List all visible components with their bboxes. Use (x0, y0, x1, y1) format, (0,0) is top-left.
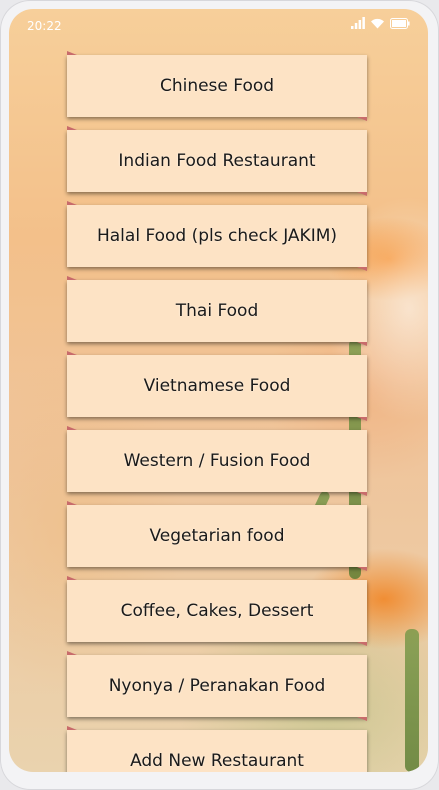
status-bar: 20:22 (9, 9, 428, 45)
corner-accent (357, 192, 367, 196)
menu-button-label: Western / Fusion Food (123, 451, 311, 471)
corner-accent (67, 201, 77, 205)
menu-button-halal-food[interactable]: Halal Food (pls check JAKIM) (67, 201, 367, 271)
menu-button-label: Chinese Food (159, 76, 275, 96)
corner-accent (357, 717, 367, 721)
status-icons (351, 17, 410, 29)
phone-frame: 20:22 Chinese Food Indian Food Restauran… (0, 0, 439, 790)
menu-button-label: Vegetarian food (149, 526, 285, 546)
menu-button-indian-food[interactable]: Indian Food Restaurant (67, 126, 367, 196)
corner-accent (67, 576, 77, 580)
menu-button-label: Halal Food (pls check JAKIM) (96, 226, 338, 246)
menu-button-western-fusion-food[interactable]: Western / Fusion Food (67, 426, 367, 496)
restaurant-category-menu: Chinese Food Indian Food Restaurant Hala… (67, 51, 369, 772)
menu-button-chinese-food[interactable]: Chinese Food (67, 51, 367, 121)
corner-accent (357, 267, 367, 271)
corner-accent (357, 117, 367, 121)
menu-button-label: Add New Restaurant (130, 751, 304, 771)
menu-button-thai-food[interactable]: Thai Food (67, 276, 367, 346)
signal-icon (351, 17, 365, 29)
corner-accent (67, 51, 77, 55)
corner-accent (357, 342, 367, 346)
menu-button-vegetarian-food[interactable]: Vegetarian food (67, 501, 367, 571)
add-new-restaurant-button[interactable]: Add New Restaurant (67, 726, 367, 772)
corner-accent (357, 417, 367, 421)
menu-button-label: Nyonya / Peranakan Food (108, 676, 326, 696)
corner-accent (357, 642, 367, 646)
corner-accent (67, 276, 77, 280)
corner-accent (357, 567, 367, 571)
menu-button-label: Thai Food (175, 301, 259, 321)
corner-accent (357, 492, 367, 496)
corner-accent (67, 126, 77, 130)
corner-accent (67, 726, 77, 730)
app-screen: 20:22 Chinese Food Indian Food Restauran… (9, 9, 428, 772)
menu-button-nyonya-peranakan-food[interactable]: Nyonya / Peranakan Food (67, 651, 367, 721)
menu-button-label: Indian Food Restaurant (118, 151, 316, 171)
wifi-icon (370, 17, 385, 29)
battery-icon (390, 17, 410, 29)
background-stem (405, 629, 419, 772)
menu-button-label: Vietnamese Food (143, 376, 291, 396)
menu-button-vietnamese-food[interactable]: Vietnamese Food (67, 351, 367, 421)
corner-accent (67, 651, 77, 655)
corner-accent (67, 351, 77, 355)
corner-accent (67, 501, 77, 505)
menu-button-label: Coffee, Cakes, Dessert (120, 601, 314, 621)
menu-button-coffee-cakes-dessert[interactable]: Coffee, Cakes, Dessert (67, 576, 367, 646)
status-time: 20:22 (27, 19, 62, 33)
corner-accent (67, 426, 77, 430)
